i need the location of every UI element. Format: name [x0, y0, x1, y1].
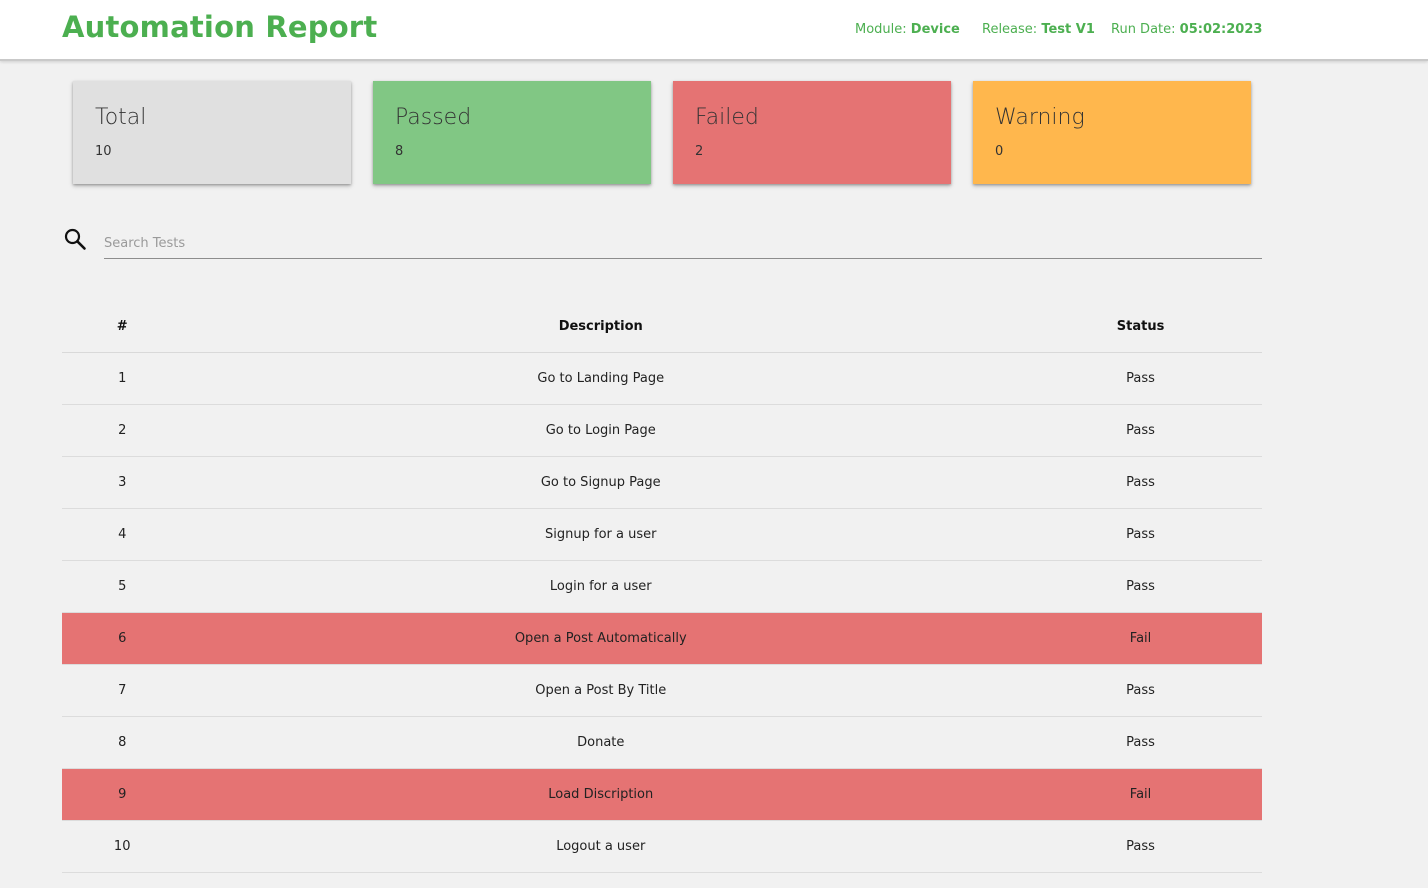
column-header-status[interactable]: Status: [1019, 301, 1262, 353]
row-status: Pass: [1019, 404, 1262, 457]
row-number: 6: [62, 612, 183, 665]
row-status: Pass: [1019, 664, 1262, 717]
row-description: Logout a user: [182, 820, 1020, 873]
card-title: Warning: [995, 105, 1085, 130]
table-header-row: # Description Status: [62, 301, 1262, 353]
row-number: 1: [62, 352, 183, 405]
card-title: Failed: [695, 105, 759, 130]
row-description: Donate: [182, 716, 1020, 769]
search-icon[interactable]: [63, 227, 87, 251]
row-description: Signup for a user: [182, 508, 1020, 561]
row-status: Fail: [1019, 768, 1262, 821]
table-row[interactable]: 6 Open a Post Automatically Fail: [62, 612, 1262, 665]
row-description: Go to Landing Page: [182, 352, 1020, 405]
card-value: 0: [995, 144, 1004, 159]
row-description: Open a Post Automatically: [182, 612, 1020, 665]
run-date-value: 05:02:2023: [1179, 22, 1263, 37]
results-table: # Description Status 1 Go to Landing Page…: [62, 301, 1262, 873]
row-status: Fail: [1019, 612, 1262, 665]
table-row[interactable]: 9 Load Discription Fail: [62, 768, 1262, 821]
column-header-number[interactable]: #: [62, 301, 183, 353]
row-status: Pass: [1019, 508, 1262, 561]
row-status: Pass: [1019, 820, 1262, 873]
row-description: Load Discription: [182, 768, 1020, 821]
row-number: 5: [62, 560, 183, 613]
row-status: Pass: [1019, 352, 1262, 405]
table-row[interactable]: 1 Go to Landing Page Pass: [62, 352, 1262, 405]
summary-card-passed: Passed 8: [373, 81, 651, 184]
table-row[interactable]: 4 Signup for a user Pass: [62, 508, 1262, 561]
run-date-label: Run Date:: [1111, 22, 1176, 37]
page-title: Automation Report: [62, 10, 378, 44]
table-row[interactable]: 5 Login for a user Pass: [62, 560, 1262, 613]
table-row[interactable]: 2 Go to Login Page Pass: [62, 404, 1262, 457]
run-date-info: Run Date: 05:02:2023: [1111, 22, 1262, 37]
module-info: Module: Device: [855, 22, 960, 37]
row-number: 7: [62, 664, 183, 717]
table-row[interactable]: 3 Go to Signup Page Pass: [62, 456, 1262, 509]
summary-card-total: Total 10: [73, 81, 351, 184]
module-label: Module:: [855, 22, 907, 37]
module-value: Device: [910, 22, 960, 37]
card-value: 10: [95, 144, 112, 159]
row-description: Go to Login Page: [182, 404, 1020, 457]
row-description: Open a Post By Title: [182, 664, 1020, 717]
summary-card-failed: Failed 2: [673, 81, 951, 184]
table-row[interactable]: 8 Donate Pass: [62, 716, 1262, 769]
summary-card-warning: Warning 0: [973, 81, 1251, 184]
row-number: 8: [62, 716, 183, 769]
row-description: Login for a user: [182, 560, 1020, 613]
top-header: Automation Report Module: Device Release…: [0, 0, 1428, 61]
table-row[interactable]: 10 Logout a user Pass: [62, 820, 1262, 873]
row-number: 4: [62, 508, 183, 561]
release-info: Release: Test V1: [982, 22, 1095, 37]
row-status: Pass: [1019, 560, 1262, 613]
row-number: 2: [62, 404, 183, 457]
card-value: 2: [695, 144, 704, 159]
row-number: 9: [62, 768, 183, 821]
row-number: 3: [62, 456, 183, 509]
search-input[interactable]: [104, 228, 1262, 259]
table-row[interactable]: 7 Open a Post By Title Pass: [62, 664, 1262, 717]
release-label: Release:: [982, 22, 1038, 37]
card-title: Passed: [395, 105, 472, 130]
row-description: Go to Signup Page: [182, 456, 1020, 509]
card-title: Total: [95, 105, 147, 130]
release-value: Test V1: [1041, 22, 1095, 37]
row-status: Pass: [1019, 716, 1262, 769]
card-value: 8: [395, 144, 404, 159]
row-status: Pass: [1019, 456, 1262, 509]
column-header-description[interactable]: Description: [182, 301, 1020, 353]
row-number: 10: [62, 820, 183, 873]
